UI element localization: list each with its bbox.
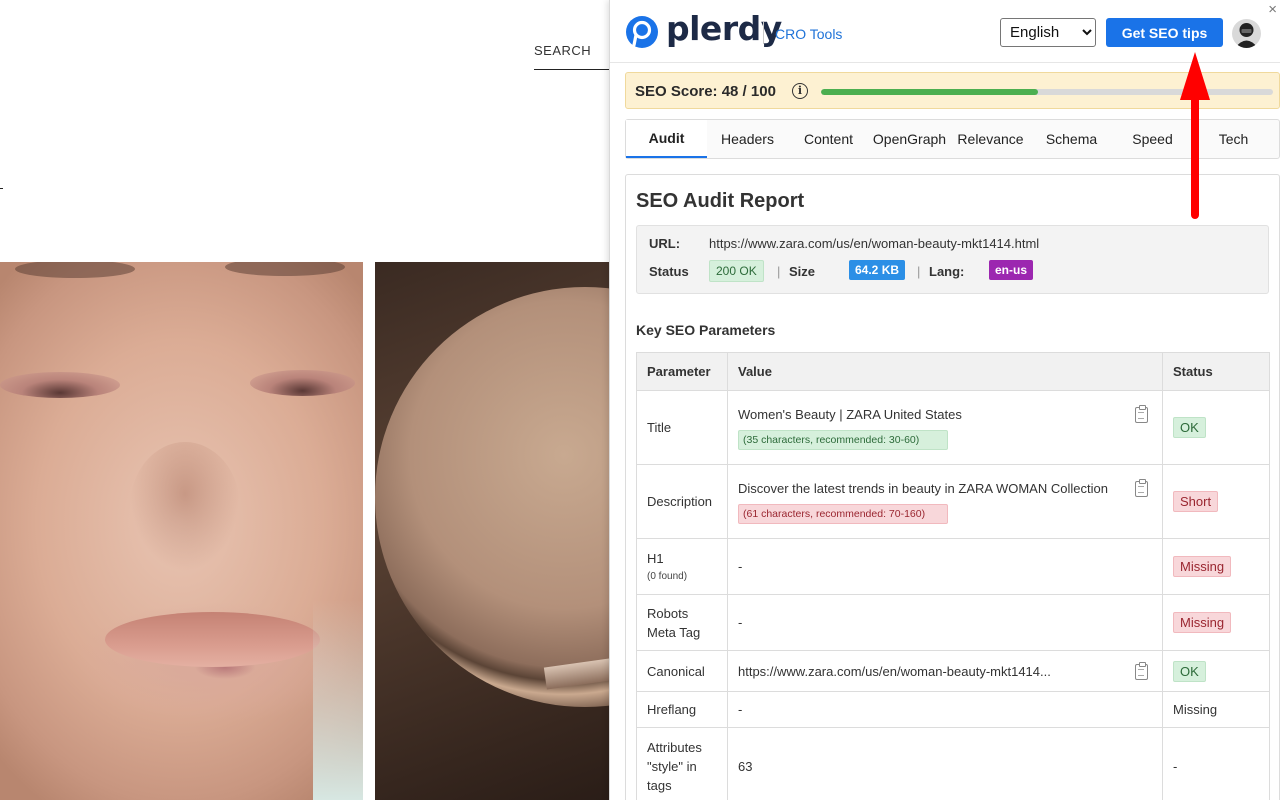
clipboard-icon[interactable] — [1135, 405, 1148, 423]
param-name: Description — [636, 464, 728, 539]
param-hint: (61 characters, recommended: 70-160) — [738, 503, 948, 524]
param-status: Missing — [1162, 691, 1270, 728]
brand-name: plerdy — [666, 9, 782, 48]
cro-tools-link[interactable]: CRO Tools — [775, 26, 842, 42]
language-select[interactable]: English — [1000, 18, 1096, 47]
seo-params-table: Parameter Value Status Title Women's Bea… — [636, 352, 1270, 800]
header-divider — [763, 22, 764, 44]
size-badge: 64.2 KB — [849, 260, 906, 280]
param-value: - — [727, 538, 1163, 595]
status-badge: OK — [1173, 660, 1206, 682]
tab-headers[interactable]: Headers — [707, 120, 788, 158]
status-badge: Missing — [1173, 556, 1232, 577]
param-status-cell: OK — [1162, 390, 1270, 465]
table-row: Title Women's Beauty | ZARA United State… — [636, 390, 1270, 465]
param-name: Robots Meta Tag — [636, 594, 728, 651]
param-value-cell: https://www.zara.com/us/en/woman-beauty-… — [727, 650, 1163, 692]
table-row: Attributes "style" in tags 63 - — [636, 727, 1270, 800]
table-row: Canonical https://www.zara.com/us/en/wom… — [636, 650, 1270, 692]
param-name-cell: H1 (0 found) — [636, 538, 728, 595]
lang-badge: en-us — [989, 260, 1034, 280]
photo-backdrop — [313, 600, 363, 800]
param-value: Discover the latest trends in beauty in … — [738, 480, 1108, 496]
param-value: 63 — [727, 727, 1163, 800]
status-badge: 200 OK — [709, 260, 764, 282]
info-separator: | — [777, 264, 781, 279]
tab-relevance[interactable]: Relevance — [950, 120, 1031, 158]
photo-eye-left — [0, 372, 120, 398]
table-row: H1 (0 found) - Missing — [636, 538, 1270, 595]
tab-schema[interactable]: Schema — [1031, 120, 1112, 158]
tab-content[interactable]: Content — [788, 120, 869, 158]
photo-nose — [130, 442, 240, 572]
param-value: - — [727, 594, 1163, 651]
table-header-row: Parameter Value Status — [636, 352, 1270, 391]
param-status-cell: Missing — [1162, 538, 1270, 595]
size-label: Size — [789, 264, 816, 279]
tab-opengraph[interactable]: OpenGraph — [869, 120, 950, 158]
param-status-cell: OK — [1162, 650, 1270, 692]
param-value: - — [727, 691, 1163, 728]
photo-brow-left — [15, 262, 135, 278]
clipboard-icon[interactable] — [1135, 662, 1148, 680]
site-search-underline — [534, 69, 609, 70]
status-badge: Missing — [1173, 612, 1232, 633]
photo-brow-right — [225, 262, 345, 276]
tab-audit[interactable]: Audit — [626, 120, 707, 158]
table-row: Hreflang - Missing — [636, 691, 1270, 728]
url-value: https://www.zara.com/us/en/woman-beauty-… — [709, 236, 1040, 251]
status-badge: OK — [1173, 417, 1206, 438]
param-value-cell: Discover the latest trends in beauty in … — [727, 464, 1163, 539]
param-status: - — [1162, 727, 1270, 800]
column-header-status: Status — [1162, 352, 1270, 391]
compact-powder-pan — [375, 287, 609, 707]
site-search-link[interactable]: SEARCH — [534, 43, 591, 58]
param-note: (0 found) — [647, 571, 688, 582]
key-params-title: Key SEO Parameters — [636, 322, 776, 338]
param-name: Title — [636, 390, 728, 465]
avatar[interactable] — [1232, 19, 1261, 48]
param-status-cell: Short — [1162, 464, 1270, 539]
column-header-parameter: Parameter — [636, 352, 728, 391]
clipboard-icon[interactable] — [1135, 479, 1148, 497]
status-badge: Short — [1173, 491, 1219, 512]
report-title: SEO Audit Report — [636, 190, 805, 212]
seo-score-label: SEO Score: 48 / 100 — [635, 83, 776, 100]
photo-eye-right — [250, 370, 355, 396]
table-row: Description Discover the latest trends i… — [636, 464, 1270, 539]
column-header-value: Value — [727, 352, 1163, 391]
info-icon[interactable]: i — [792, 83, 808, 99]
photo-lips — [105, 612, 320, 667]
status-label: Status — [649, 264, 689, 279]
site-divider — [0, 188, 3, 189]
param-hint: (35 characters, recommended: 30-60) — [738, 429, 948, 450]
red-arrow-icon — [1180, 52, 1210, 219]
table-row: Robots Meta Tag - Missing — [636, 594, 1270, 651]
user-avatar-icon — [1235, 23, 1258, 48]
param-name: Hreflang — [636, 691, 728, 728]
seo-audit-report: SEO Audit Report URL: https://www.zara.c… — [625, 174, 1280, 800]
param-name: Canonical — [636, 650, 728, 692]
param-name: H1 — [647, 551, 664, 566]
param-value: Women's Beauty | ZARA United States — [738, 406, 962, 422]
page-info-box: URL: https://www.zara.com/us/en/woman-be… — [636, 225, 1269, 294]
background-webpage: SEARCH — [0, 0, 609, 800]
model-face-photo[interactable] — [0, 262, 363, 800]
get-seo-tips-button[interactable]: Get SEO tips — [1106, 18, 1223, 47]
powder-compact-photo[interactable] — [375, 262, 609, 800]
url-label: URL: — [649, 236, 681, 251]
plerdy-logo-icon — [626, 16, 658, 48]
param-name: Attributes "style" in tags — [636, 727, 728, 800]
param-value: https://www.zara.com/us/en/woman-beauty-… — [738, 663, 1051, 679]
info-separator: | — [917, 264, 921, 279]
param-value-cell: Women's Beauty | ZARA United States (35 … — [727, 390, 1163, 465]
seo-score-progress-fill — [821, 89, 1038, 95]
lang-label: Lang: — [929, 264, 965, 279]
param-status-cell: Missing — [1162, 594, 1270, 651]
